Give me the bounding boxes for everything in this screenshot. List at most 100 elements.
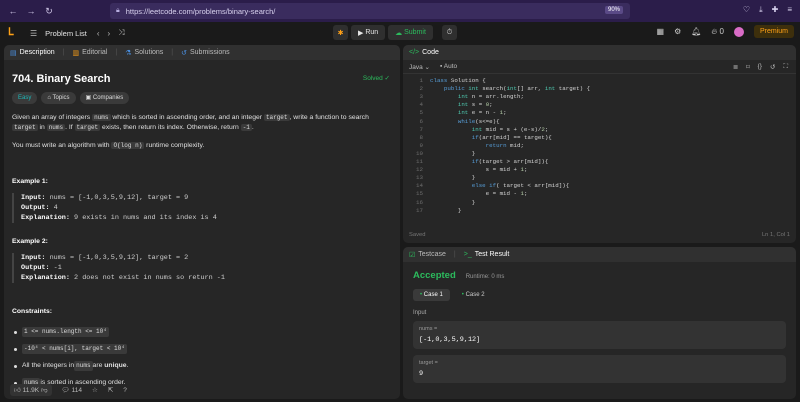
tab-submissions[interactable]: ↺ Submissions	[181, 49, 230, 57]
problem-list-link[interactable]: Problem List	[45, 29, 87, 38]
difficulty-chip[interactable]: Easy	[12, 92, 38, 104]
extensions-icon[interactable]: ✚	[772, 5, 779, 15]
auto-toggle[interactable]: ▪ Auto	[440, 63, 457, 70]
tab-code[interactable]: </> Code	[409, 49, 439, 56]
upload-icon: ☁	[395, 29, 405, 37]
bullet	[14, 330, 17, 334]
line-number: 9	[419, 141, 423, 149]
layout-icon[interactable]: ▦	[657, 27, 665, 36]
debug-icon[interactable]: ✱	[333, 25, 348, 40]
url-bar[interactable]: 🔒︎ https://leetcode.com/problems/binary-…	[110, 3, 630, 19]
pocket-icon[interactable]: ♡	[743, 5, 750, 15]
checkbox-icon: ☑	[409, 251, 416, 259]
var-value: 9	[419, 370, 424, 378]
comment-icon: 💬︎	[61, 387, 72, 394]
leetcode-logo-icon[interactable]: ᒪ	[8, 27, 20, 39]
line-number: 2	[419, 85, 423, 93]
pass-dot-icon: •	[461, 292, 464, 298]
tab-description[interactable]: ▤ Description	[10, 49, 55, 57]
problem-chips: Easy ⌂ Topics ▣ Companies	[12, 92, 392, 104]
language-select[interactable]: Java ⌄	[409, 63, 430, 71]
input-value-box: target = 9	[413, 355, 786, 383]
download-icon[interactable]: ⤓	[759, 5, 763, 15]
example-1-box: Input: nums = [-1,0,3,5,9,12], target = …	[12, 193, 392, 223]
bookmark-icon[interactable]: ⌑	[746, 63, 749, 71]
companies-chip[interactable]: ▣ Companies	[79, 92, 130, 104]
settings-icon[interactable]: ⚙	[674, 27, 681, 36]
tab-test-result[interactable]: >_ Test Result	[464, 251, 510, 258]
line-number: 6	[419, 117, 423, 125]
share-icon[interactable]: ⇱	[108, 386, 113, 394]
cursor-position: Ln 1, Col 1	[761, 232, 790, 238]
code-line: int mid = s + (e-s)/2;	[471, 125, 549, 133]
line-number: 7	[419, 125, 423, 133]
line-number: 12	[416, 166, 423, 174]
line-number: 13	[416, 174, 423, 182]
code-line: }	[430, 198, 476, 206]
description-paragraph: Given an array of integers nums which is…	[12, 114, 369, 131]
complexity-paragraph: You must write an algorithm with O(log n…	[12, 142, 205, 149]
example-2-heading: Example 2:	[12, 238, 48, 245]
shuffle-icon[interactable]: ⤨	[118, 28, 124, 38]
flask-icon: ⚗	[125, 49, 132, 57]
topics-chip[interactable]: ⌂ Topics	[41, 92, 76, 104]
code-icon: </>	[409, 49, 420, 56]
next-problem-icon[interactable]: ›	[108, 29, 111, 38]
input-label: Input	[413, 310, 427, 316]
var-name: nums =	[419, 326, 438, 332]
constraint-item: All the integers in nums are unique.	[12, 361, 392, 371]
forward-icon[interactable]: →	[24, 6, 38, 16]
code-panel: </> Code Java ⌄ ▪ Auto ≣ ⌑ {} ↺ ⛶ 1 class …	[403, 45, 796, 243]
code-line: return mid;	[485, 141, 524, 149]
menu-icon[interactable]: ≡	[787, 5, 792, 15]
reset-icon[interactable]: ↺	[770, 63, 775, 71]
timer-icon[interactable]: ⏱	[441, 25, 457, 40]
streak-counter[interactable]: 🔥︎ 0	[711, 27, 724, 37]
line-number: 5	[419, 109, 423, 117]
terminal-icon: >_	[463, 251, 472, 258]
code-line: public int search(int[] arr, int target)…	[443, 85, 591, 93]
like-button[interactable]: 👍︎ 11.9K 👎︎	[10, 384, 52, 396]
editor-actions: ≣ ⌑ {} ↺ ⛶	[733, 63, 788, 71]
code-line: s = mid + 1;	[430, 166, 528, 174]
notifications-icon[interactable]: 🔔︎	[691, 27, 701, 36]
code-line: }	[430, 149, 476, 157]
constraints-heading: Constraints:	[12, 308, 53, 315]
fullscreen-icon[interactable]: ⛶	[783, 63, 788, 71]
constraint-item: 1 <= nums.length <= 10⁴	[12, 327, 392, 337]
notes-icon[interactable]: ≣	[733, 63, 738, 71]
user-controls: ▦ ⚙ 🔔︎ 🔥︎ 0 Premium	[657, 25, 794, 38]
bullet	[14, 347, 17, 351]
editor-status: Saved Ln 1, Col 1	[409, 232, 790, 238]
avatar[interactable]	[733, 26, 744, 37]
input-value-box: nums = [-1,0,3,5,9,12]	[413, 321, 786, 349]
example-1-heading: Example 1:	[12, 178, 48, 185]
tab-editorial[interactable]: ▥ Editorial	[72, 49, 107, 57]
code-line: int e = n - 1;	[457, 109, 507, 117]
tab-testcase[interactable]: ☑ Testcase	[409, 251, 446, 259]
list-icon[interactable]: ☰	[30, 29, 37, 38]
code-line: else if( target < arr[mid]){	[471, 182, 570, 190]
prev-problem-icon[interactable]: ‹	[97, 29, 100, 38]
back-icon[interactable]: ←	[6, 6, 20, 16]
run-button[interactable]: ▶ Run	[351, 25, 386, 40]
tab-separator: |	[115, 49, 118, 56]
code-line: }	[430, 206, 462, 214]
problem-description: 704. Binary Search Easy ⌂ Topics ▣ Compa…	[4, 60, 400, 399]
tab-solutions[interactable]: ⚗ Solutions	[125, 49, 163, 57]
code-line: if(target > arr[mid]){	[471, 158, 549, 165]
format-icon[interactable]: {}	[758, 63, 762, 71]
description-panel: ▤ Description | ▥ Editorial | ⚗ Solutions |…	[4, 45, 400, 399]
comments-button[interactable]: 💬︎ 114	[62, 386, 82, 394]
code-editor[interactable]: 1 class Solution {2 public int search(int…	[403, 74, 796, 226]
case-2-tab[interactable]: • Case 2	[455, 289, 492, 301]
submit-button[interactable]: ☁ Submit	[388, 25, 433, 40]
reload-icon[interactable]: ↻	[42, 6, 56, 17]
case-1-tab[interactable]: • Case 1	[413, 289, 450, 301]
result-body: Accepted Runtime: 0 ms • Case 1 • Case 2…	[403, 262, 796, 397]
premium-button[interactable]: Premium	[753, 25, 794, 38]
help-icon[interactable]: ?	[123, 387, 127, 394]
favorite-icon[interactable]: ☆	[92, 386, 98, 394]
line-number: 14	[416, 182, 423, 190]
zoom-badge[interactable]: 90%	[605, 6, 624, 14]
